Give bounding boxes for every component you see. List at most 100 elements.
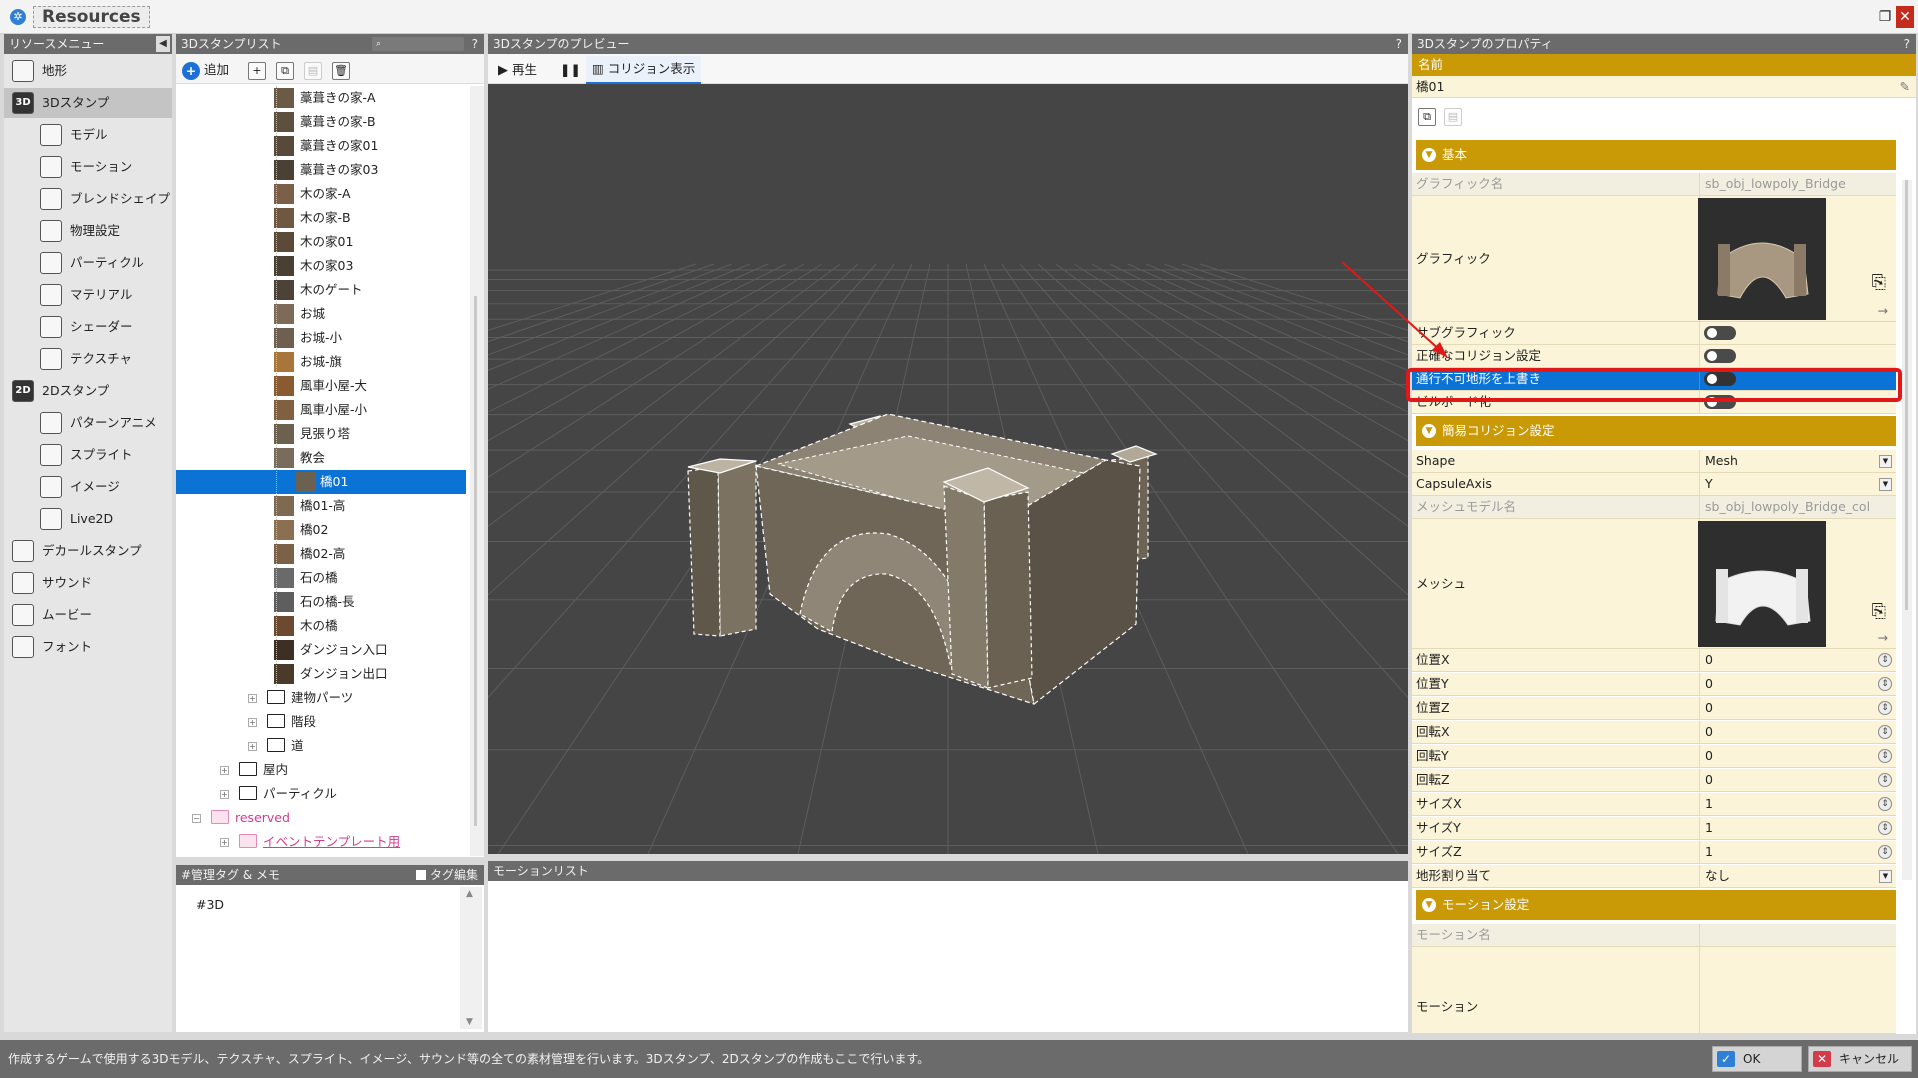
- folder-item[interactable]: + 階段: [248, 710, 316, 734]
- section-simple-collision[interactable]: ▼ 簡易コリジョン設定: [1416, 416, 1896, 446]
- menu-item-13[interactable]: イメージ: [4, 472, 172, 502]
- menu-item-8[interactable]: シェーダー: [4, 312, 172, 342]
- section-motion[interactable]: ▼ モーション設定: [1416, 890, 1896, 920]
- spinner-icon[interactable]: ⇕: [1878, 677, 1892, 691]
- dropdown-icon[interactable]: ▼: [1879, 455, 1892, 468]
- transform-row[interactable]: 位置Z 0 ⇕: [1412, 697, 1896, 720]
- menu-item-16[interactable]: サウンド: [4, 568, 172, 598]
- section-basic[interactable]: ▼ 基本: [1416, 140, 1896, 170]
- event-template-folder[interactable]: + イベントテンプレート用: [220, 830, 400, 854]
- dropdown-icon[interactable]: ▼: [1879, 870, 1892, 883]
- terrain-assign-row[interactable]: 地形割り当て なし ▼: [1412, 865, 1896, 888]
- paste-button[interactable]: ▤: [304, 60, 322, 80]
- cancel-button[interactable]: ✕ キャンセル: [1808, 1046, 1912, 1072]
- list-item[interactable]: 木の橋: [274, 614, 466, 638]
- list-item[interactable]: 木の家-A: [274, 182, 466, 206]
- list-item[interactable]: 風車小屋-大: [274, 374, 466, 398]
- list-item[interactable]: 橋01-高: [274, 494, 466, 518]
- scroll-up-icon[interactable]: ▲: [466, 889, 473, 899]
- play-button[interactable]: ▶ 再生: [498, 60, 537, 80]
- list-item[interactable]: 橋01: [176, 470, 466, 494]
- menu-item-5[interactable]: 物理設定: [4, 216, 172, 246]
- tag-scrollbar[interactable]: ▲ ▼: [460, 887, 482, 1029]
- expand-icon[interactable]: +: [248, 718, 257, 727]
- help-icon[interactable]: ?: [1396, 34, 1402, 54]
- scroll-down-icon[interactable]: ▼: [466, 1017, 473, 1027]
- transform-row[interactable]: サイズZ 1 ⇕: [1412, 841, 1896, 864]
- list-item[interactable]: お城-旗: [274, 350, 466, 374]
- close-window-icon[interactable]: ✕: [1896, 6, 1914, 28]
- transform-row[interactable]: 回転X 0 ⇕: [1412, 721, 1896, 744]
- expand-icon[interactable]: +: [220, 838, 229, 847]
- list-item[interactable]: 石の橋: [274, 566, 466, 590]
- edit-pencil-icon[interactable]: ✎: [1900, 76, 1910, 98]
- folder-item[interactable]: + パーティクル: [220, 782, 337, 806]
- help-icon[interactable]: ?: [472, 34, 478, 54]
- list-item[interactable]: 藁葺きの家-A: [274, 86, 466, 110]
- transform-row[interactable]: サイズY 1 ⇕: [1412, 817, 1896, 840]
- folder-item[interactable]: + 屋内: [220, 758, 288, 782]
- restore-window-icon[interactable]: ❐: [1876, 6, 1894, 28]
- list-item[interactable]: 藁葺きの家-B: [274, 110, 466, 134]
- list-item[interactable]: 橋02: [274, 518, 466, 542]
- add-folder-button[interactable]: +: [248, 60, 266, 80]
- expand-icon[interactable]: +: [220, 766, 229, 775]
- name-field[interactable]: 橋01 ✎: [1412, 76, 1916, 98]
- copy-button[interactable]: ⧉: [276, 60, 294, 80]
- collapse-menu-icon[interactable]: ◀: [156, 36, 170, 52]
- menu-item-2[interactable]: モデル: [4, 120, 172, 150]
- list-item[interactable]: お城-小: [274, 326, 466, 350]
- add-button[interactable]: + 追加: [182, 60, 229, 80]
- spinner-icon[interactable]: ⇕: [1878, 821, 1892, 835]
- mesh-thumbnail[interactable]: [1698, 521, 1826, 647]
- spinner-icon[interactable]: ⇕: [1878, 653, 1892, 667]
- expand-icon[interactable]: +: [220, 790, 229, 799]
- tag-memo-text[interactable]: #3D: [196, 897, 224, 912]
- menu-item-18[interactable]: フォント: [4, 632, 172, 662]
- list-item[interactable]: 風車小屋-小: [274, 398, 466, 422]
- pause-button[interactable]: ❚❚: [560, 60, 581, 80]
- menu-item-0[interactable]: 地形: [4, 56, 172, 86]
- list-item[interactable]: お城: [274, 302, 466, 326]
- list-item[interactable]: 藁葺きの家03: [274, 158, 466, 182]
- list-item[interactable]: 見張り塔: [274, 422, 466, 446]
- reserved-folder[interactable]: − reserved: [192, 806, 290, 830]
- folder-item[interactable]: + 道: [248, 734, 304, 758]
- spinner-icon[interactable]: ⇕: [1878, 749, 1892, 763]
- list-item[interactable]: ダンジョン入口: [274, 638, 466, 662]
- transform-row[interactable]: 位置X 0 ⇕: [1412, 649, 1896, 672]
- list-item[interactable]: 木のゲート: [274, 278, 466, 302]
- spinner-icon[interactable]: ⇕: [1878, 845, 1892, 859]
- list-item[interactable]: ダンジョン出口: [274, 662, 466, 686]
- transform-row[interactable]: 位置Y 0 ⇕: [1412, 673, 1896, 696]
- spinner-icon[interactable]: ⇕: [1878, 773, 1892, 787]
- spinner-icon[interactable]: ⇕: [1878, 701, 1892, 715]
- collision-display-toggle[interactable]: ▥ コリジョン表示: [586, 56, 702, 84]
- list-item[interactable]: 石の橋-長: [274, 590, 466, 614]
- menu-item-1[interactable]: 3D 3Dスタンプ: [4, 88, 172, 118]
- menu-item-10[interactable]: 2D 2Dスタンプ: [4, 376, 172, 406]
- shape-row[interactable]: Shape Mesh ▼: [1412, 450, 1896, 473]
- stamp-list-scrollbar[interactable]: [470, 86, 484, 856]
- select-mesh-icon[interactable]: ⎘: [1872, 601, 1886, 623]
- scrollbar-thumb[interactable]: [474, 296, 477, 826]
- menu-item-14[interactable]: Live2D: [4, 504, 172, 534]
- menu-item-7[interactable]: マテリアル: [4, 280, 172, 310]
- menu-item-4[interactable]: ブレンドシェイプ: [4, 184, 172, 214]
- transform-row[interactable]: サイズX 1 ⇕: [1412, 793, 1896, 816]
- menu-item-11[interactable]: パターンアニメ: [4, 408, 172, 438]
- folder-item[interactable]: + 建物パーツ: [248, 686, 353, 710]
- arrow-right-icon[interactable]: →: [1878, 627, 1888, 649]
- 3d-viewport[interactable]: [488, 84, 1408, 854]
- list-item[interactable]: 藁葺きの家01: [274, 134, 466, 158]
- stamp-search-input[interactable]: ⌕: [372, 37, 464, 51]
- menu-item-9[interactable]: テクスチャ: [4, 344, 172, 374]
- expand-icon[interactable]: +: [248, 694, 257, 703]
- menu-item-17[interactable]: ムービー: [4, 600, 172, 630]
- delete-button[interactable]: 🗑: [332, 60, 350, 80]
- list-item[interactable]: 木の家01: [274, 230, 466, 254]
- menu-item-3[interactable]: モーション: [4, 152, 172, 182]
- tag-edit-toggle[interactable]: タグ編集: [416, 865, 478, 885]
- expand-icon[interactable]: +: [248, 742, 257, 751]
- list-item[interactable]: 教会: [274, 446, 466, 470]
